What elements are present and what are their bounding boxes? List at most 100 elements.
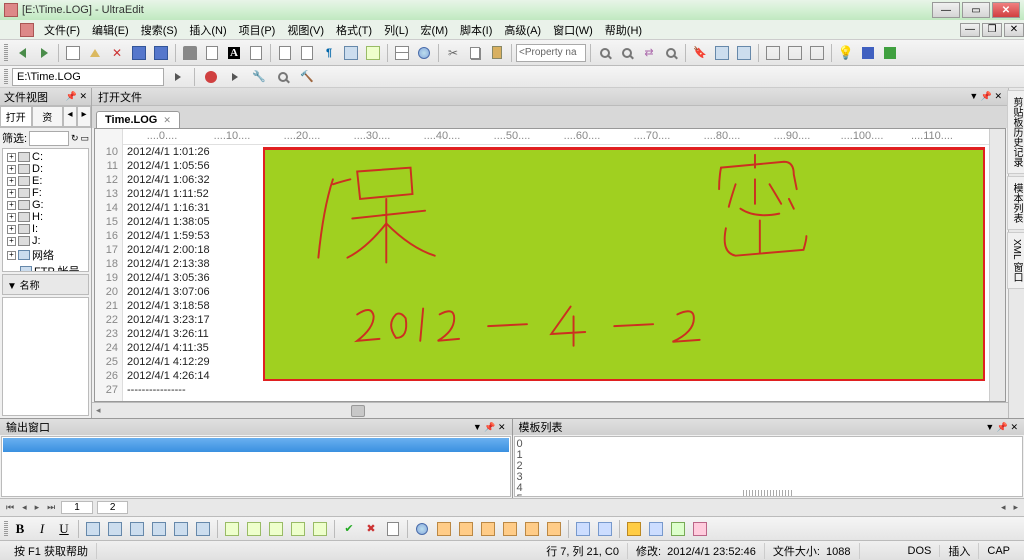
tag-2-button[interactable] bbox=[595, 519, 615, 539]
lower-first-icon[interactable]: ⏮ bbox=[4, 502, 16, 513]
font-button[interactable]: A bbox=[224, 43, 244, 63]
color-3-button[interactable] bbox=[668, 519, 688, 539]
code-line[interactable]: 2012/4/1 2:13:38 bbox=[127, 257, 989, 271]
ext-3-button[interactable] bbox=[456, 519, 476, 539]
output-selected-row[interactable] bbox=[3, 438, 509, 452]
lower-tab-1[interactable]: 1 bbox=[61, 501, 93, 514]
template-list-ctrl[interactable]: ▼ 📌 ✕ bbox=[985, 422, 1018, 433]
menu-edit[interactable]: 编辑(E) bbox=[86, 20, 135, 40]
hscroll-left-icon[interactable]: ◂ bbox=[92, 405, 105, 416]
layout-5-button[interactable] bbox=[171, 519, 191, 539]
layout-1-button[interactable] bbox=[83, 519, 103, 539]
go-button[interactable] bbox=[168, 67, 188, 87]
maximize-button[interactable]: ▭ bbox=[962, 2, 990, 18]
next-bookmark-button[interactable] bbox=[734, 43, 754, 63]
refresh-icon[interactable]: ↻ bbox=[71, 133, 79, 144]
tool-zoom-button[interactable] bbox=[273, 67, 293, 87]
code-line[interactable]: ---------------- bbox=[127, 383, 989, 397]
color-4-button[interactable] bbox=[690, 519, 710, 539]
right-tab-clipboard[interactable]: 剪贴板历史记录 bbox=[1007, 90, 1024, 174]
code-area[interactable]: ....0........10........20........30.....… bbox=[123, 129, 989, 401]
menu-search[interactable]: 搜索(S) bbox=[135, 20, 184, 40]
menu-help[interactable]: 帮助(H) bbox=[599, 20, 648, 40]
minimize-button[interactable]: — bbox=[932, 2, 960, 18]
wrap-button[interactable] bbox=[266, 519, 286, 539]
layout-2-button[interactable] bbox=[105, 519, 125, 539]
color-1-button[interactable] bbox=[624, 519, 644, 539]
code-line[interactable]: 2012/4/1 4:26:14 bbox=[127, 369, 989, 383]
code-line[interactable]: 2012/4/1 3:26:11 bbox=[127, 327, 989, 341]
names-header[interactable]: ▼ 名称 bbox=[2, 274, 89, 295]
template-resize-grip[interactable] bbox=[743, 490, 793, 496]
code-line[interactable]: 2012/4/1 3:23:17 bbox=[127, 313, 989, 327]
menu-file[interactable]: 文件(F) bbox=[38, 20, 86, 40]
code-line[interactable]: 2012/4/1 1:59:53 bbox=[127, 229, 989, 243]
italic-button[interactable]: I bbox=[32, 519, 52, 539]
layout-3-button[interactable] bbox=[127, 519, 147, 539]
bold-button[interactable]: B bbox=[10, 519, 30, 539]
pin-icon[interactable]: 📌 ✕ bbox=[66, 91, 87, 102]
save-as-button[interactable] bbox=[151, 43, 171, 63]
forward-button[interactable] bbox=[34, 43, 54, 63]
code-line[interactable]: 2012/4/1 1:16:31 bbox=[127, 201, 989, 215]
expand-icon[interactable]: + bbox=[7, 213, 16, 222]
folder-icon[interactable]: ▭ bbox=[80, 133, 89, 144]
help-button[interactable]: 💡 bbox=[836, 43, 856, 63]
sort-button[interactable] bbox=[288, 519, 308, 539]
window-1-button[interactable] bbox=[763, 43, 783, 63]
ext-5-button[interactable] bbox=[500, 519, 520, 539]
close-tab-icon[interactable]: ✕ bbox=[163, 115, 171, 126]
ext-7-button[interactable] bbox=[544, 519, 564, 539]
lower-last-icon[interactable]: ⏭ bbox=[45, 502, 57, 513]
menu-window[interactable]: 窗口(W) bbox=[547, 20, 599, 40]
mirror-button[interactable] bbox=[246, 43, 266, 63]
property-combo[interactable]: <Property na bbox=[516, 44, 586, 62]
menu-project[interactable]: 项目(P) bbox=[233, 20, 282, 40]
hscroll-thumb[interactable] bbox=[351, 405, 365, 417]
mdi-restore-button[interactable]: ❐ bbox=[982, 23, 1002, 37]
code-line[interactable]: 2012/4/1 3:05:36 bbox=[127, 271, 989, 285]
find-next-button[interactable] bbox=[617, 43, 637, 63]
code-line[interactable]: 2012/4/1 1:01:26 bbox=[127, 145, 989, 159]
print-preview-button[interactable] bbox=[202, 43, 222, 63]
macro-play-button[interactable] bbox=[225, 67, 245, 87]
hex-button[interactable] bbox=[275, 43, 295, 63]
output-ctrl[interactable]: ▼ 📌 ✕ bbox=[473, 422, 506, 433]
menu-advanced[interactable]: 高级(A) bbox=[498, 20, 547, 40]
menu-script[interactable]: 脚本(I) bbox=[454, 20, 498, 40]
template-list-body[interactable]: 012345 bbox=[514, 436, 1024, 497]
para-button[interactable]: ¶ bbox=[319, 43, 339, 63]
check-ok-button[interactable]: ✔ bbox=[339, 519, 359, 539]
mdi-minimize-button[interactable]: — bbox=[960, 23, 980, 37]
toolbar-grip[interactable] bbox=[4, 44, 8, 62]
code-line[interactable]: 2012/4/1 4:11:35 bbox=[127, 341, 989, 355]
lower-scroll-right-icon[interactable]: ▸ bbox=[1011, 502, 1020, 513]
goto-button[interactable] bbox=[383, 519, 403, 539]
find-button[interactable] bbox=[595, 43, 615, 63]
drive-tree[interactable]: +C:+D:+E:+F:+G:+H:+I:+J:+网络FTP 帐号 bbox=[2, 148, 89, 272]
list-button[interactable] bbox=[392, 43, 412, 63]
expand-icon[interactable]: + bbox=[7, 225, 16, 234]
word-count-button[interactable] bbox=[297, 43, 317, 63]
expand-icon[interactable]: + bbox=[7, 177, 16, 186]
expand-icon[interactable]: + bbox=[7, 189, 16, 198]
drive-item[interactable]: +C: bbox=[5, 151, 86, 163]
cut-button[interactable]: ✂ bbox=[443, 43, 463, 63]
menu-macro[interactable]: 宏(M) bbox=[415, 20, 455, 40]
prev-bookmark-button[interactable] bbox=[712, 43, 732, 63]
side-tab-open[interactable]: 打开 bbox=[0, 106, 32, 127]
lower-tab-2[interactable]: 2 bbox=[97, 501, 129, 514]
color-2-button[interactable] bbox=[646, 519, 666, 539]
options-button[interactable] bbox=[880, 43, 900, 63]
address-grip[interactable] bbox=[4, 69, 8, 85]
code-line[interactable]: 2012/4/1 1:06:32 bbox=[127, 173, 989, 187]
side-tab-next[interactable]: ▸ bbox=[77, 106, 91, 127]
menu-format[interactable]: 格式(T) bbox=[330, 20, 378, 40]
expand-icon[interactable]: + bbox=[7, 165, 16, 174]
mdi-close-button[interactable]: ✕ bbox=[1004, 23, 1024, 37]
code-line[interactable]: 2012/4/1 1:38:05 bbox=[127, 215, 989, 229]
macro-rec-button[interactable] bbox=[201, 67, 221, 87]
menu-column[interactable]: 列(L) bbox=[378, 20, 414, 40]
web-button[interactable] bbox=[414, 43, 434, 63]
right-tab-xml[interactable]: XML 窗口 bbox=[1007, 232, 1024, 289]
